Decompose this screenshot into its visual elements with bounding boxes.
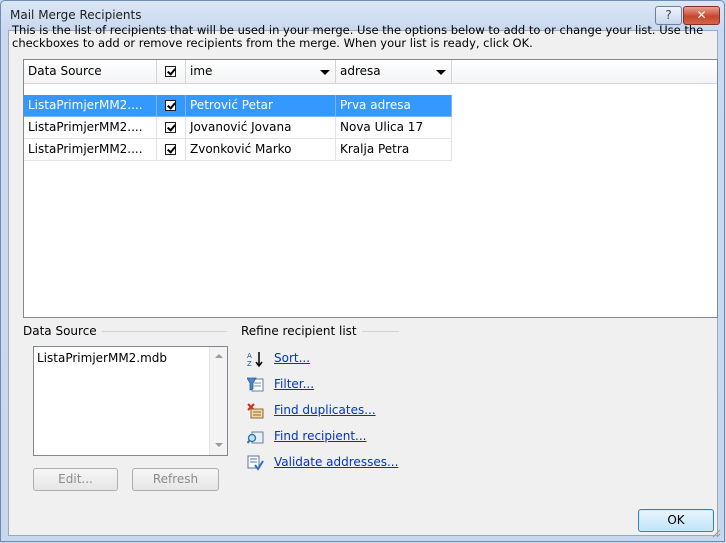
svg-text:Z: Z — [247, 360, 252, 367]
column-header-data-source[interactable]: Data Source — [24, 60, 157, 84]
column-header-label: Data Source — [28, 64, 102, 78]
column-header-filler — [452, 60, 717, 84]
list-scrollbar[interactable] — [209, 347, 227, 455]
scroll-up-icon[interactable] — [215, 354, 223, 358]
cell-data-source: ListaPrimjerMM2.... — [24, 95, 157, 117]
column-header-label: adresa — [340, 64, 381, 78]
filter-icon — [247, 377, 264, 392]
recipients-grid[interactable]: Data Source ime adresa ListaPrimjerMM2..… — [23, 59, 718, 318]
column-header-check-all[interactable] — [157, 60, 186, 84]
intro-text: This is the list of recipients that will… — [12, 23, 704, 50]
resize-grip-icon[interactable] — [711, 528, 721, 538]
ok-button[interactable]: OK — [638, 509, 714, 532]
filter-link[interactable]: Filter... — [274, 377, 314, 391]
validate-addresses-link[interactable]: Validate addresses... — [274, 455, 398, 469]
dropdown-arrow-icon[interactable] — [436, 70, 446, 75]
svg-text:A: A — [247, 352, 252, 360]
cell-check[interactable] — [157, 117, 186, 139]
table-row[interactable]: ListaPrimjerMM2.... Petrović Petar Prva … — [24, 95, 452, 117]
table-row[interactable]: ListaPrimjerMM2.... Jovanović Jovana Nov… — [24, 117, 452, 139]
cell-adresa: Kralja Petra — [336, 139, 452, 161]
refine-group-label: Refine recipient list — [241, 324, 362, 338]
dropdown-arrow-icon[interactable] — [320, 70, 330, 75]
check-all-checkbox[interactable] — [165, 66, 176, 77]
find-duplicates-link[interactable]: Find duplicates... — [274, 403, 376, 417]
data-source-list[interactable]: ListaPrimjerMM2.mdb — [33, 346, 228, 456]
sort-link[interactable]: Sort... — [274, 351, 310, 365]
table-row[interactable]: ListaPrimjerMM2.... Zvonković Marko Kral… — [24, 139, 452, 161]
recipient-checkbox[interactable] — [165, 100, 176, 111]
data-source-group-label: Data Source — [23, 324, 102, 338]
refresh-button[interactable]: Refresh — [132, 468, 219, 491]
list-item[interactable]: ListaPrimjerMM2.mdb — [37, 351, 167, 365]
cell-adresa: Prva adresa — [336, 95, 452, 117]
find-recipient-link[interactable]: Find recipient... — [274, 429, 366, 443]
scroll-down-icon[interactable] — [215, 443, 223, 447]
find-recipient-icon — [247, 431, 264, 444]
cell-adresa: Nova Ulica 17 — [336, 117, 452, 139]
cell-ime: Petrović Petar — [186, 95, 336, 117]
recipient-checkbox[interactable] — [165, 144, 176, 155]
column-header-adresa[interactable]: adresa — [336, 60, 452, 84]
column-header-label: ime — [190, 64, 213, 78]
cell-check[interactable] — [157, 139, 186, 161]
sort-az-icon: A Z — [247, 352, 263, 367]
window-title: Mail Merge Recipients — [10, 8, 142, 22]
validate-addresses-icon — [247, 455, 264, 471]
column-header-ime[interactable]: ime — [186, 60, 336, 84]
edit-button[interactable]: Edit... — [33, 468, 118, 491]
cell-ime: Jovanović Jovana — [186, 117, 336, 139]
cell-data-source: ListaPrimjerMM2.... — [24, 139, 157, 161]
recipient-checkbox[interactable] — [165, 122, 176, 133]
mail-merge-window: Mail Merge Recipients ? ✕ This is the li… — [0, 0, 725, 542]
cell-check[interactable] — [157, 95, 186, 117]
find-duplicates-icon — [247, 403, 264, 419]
cell-data-source: ListaPrimjerMM2.... — [24, 117, 157, 139]
cell-ime: Zvonković Marko — [186, 139, 336, 161]
